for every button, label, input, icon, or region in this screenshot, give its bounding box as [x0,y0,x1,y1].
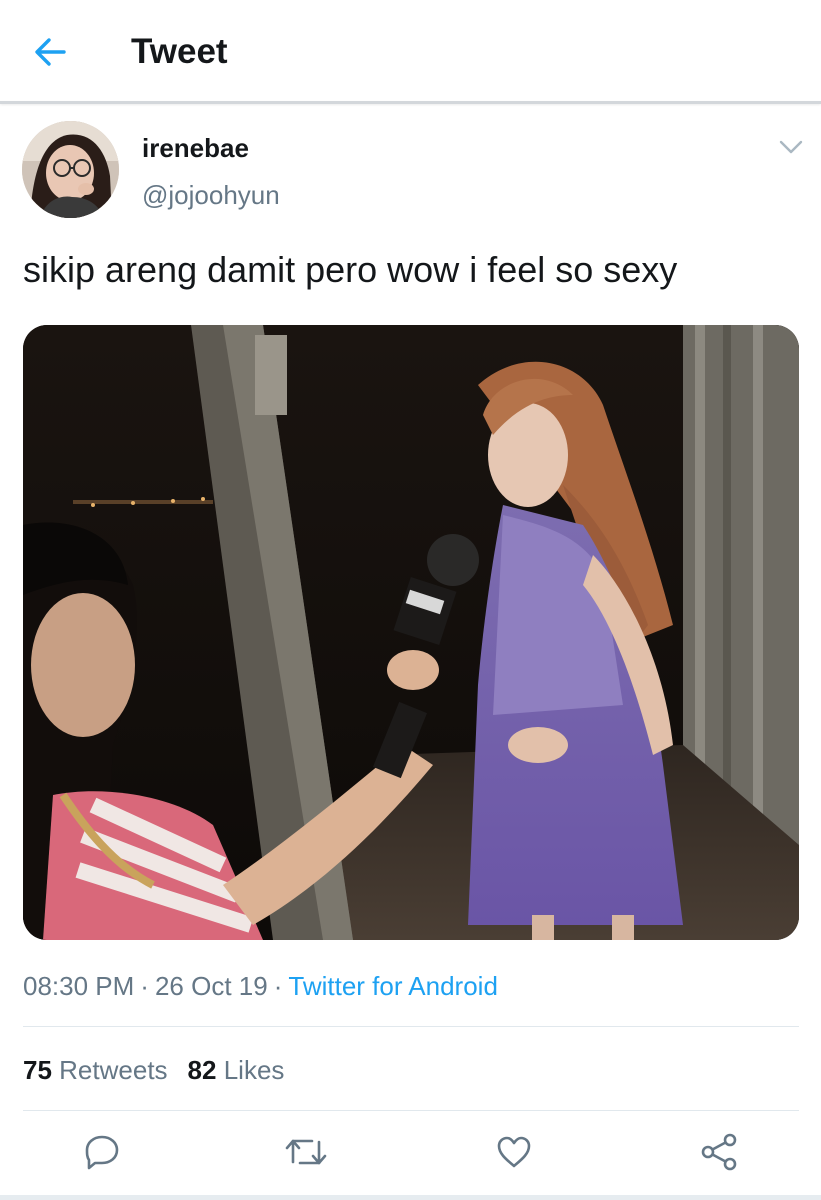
page-title: Tweet [131,32,228,71]
chevron-down-icon [779,140,803,154]
tweet-source-link[interactable]: Twitter for Android [288,971,498,1001]
tweet-stats: 75 Retweets 82 Likes [23,1053,284,1087]
tweet-date: 26 Oct 19 [154,971,268,1001]
likes-stat[interactable]: 82 Likes [188,1053,285,1087]
tweet-meta: 08:30 PM · 26 Oct 19 · Twitter for Android [23,969,498,1003]
author-display-name[interactable]: irenebae [142,132,249,164]
tweet-detail-screen: Tweet irenebae @jojoohyun sikip areng da… [0,0,821,1200]
avatar[interactable] [22,121,119,218]
tweet-menu-button[interactable] [776,134,806,160]
likes-label: Likes [223,1055,285,1085]
tweet-time: 08:30 PM [23,971,135,1001]
retweet-button[interactable] [284,1130,328,1174]
retweet-icon [285,1139,327,1165]
reply-icon [85,1135,119,1170]
bottom-divider [0,1195,821,1200]
reply-button[interactable] [80,1130,124,1174]
arrow-left-icon [35,38,66,66]
likes-count: 82 [187,1055,217,1085]
meta-separator: · [273,971,283,1001]
divider [23,1110,799,1111]
tweet-text: sikip areng damit pero wow i feel so sex… [23,249,678,290]
top-bar: Tweet [0,0,821,101]
avatar-image [22,121,119,218]
retweets-count: 75 [23,1055,52,1085]
meta-separator: · [140,971,149,1001]
retweets-stat[interactable]: 75 Retweets [23,1053,168,1087]
photo-image [23,325,799,940]
author-handle[interactable]: @jojoohyun [142,179,280,211]
header-divider [0,101,821,104]
back-button[interactable] [30,32,70,72]
like-button[interactable] [492,1130,536,1174]
share-button[interactable] [697,1130,741,1174]
retweets-label: Retweets [59,1055,168,1085]
heart-icon [497,1136,531,1168]
divider [23,1026,799,1027]
tweet-media-photo[interactable] [23,325,799,940]
share-icon [701,1133,737,1171]
